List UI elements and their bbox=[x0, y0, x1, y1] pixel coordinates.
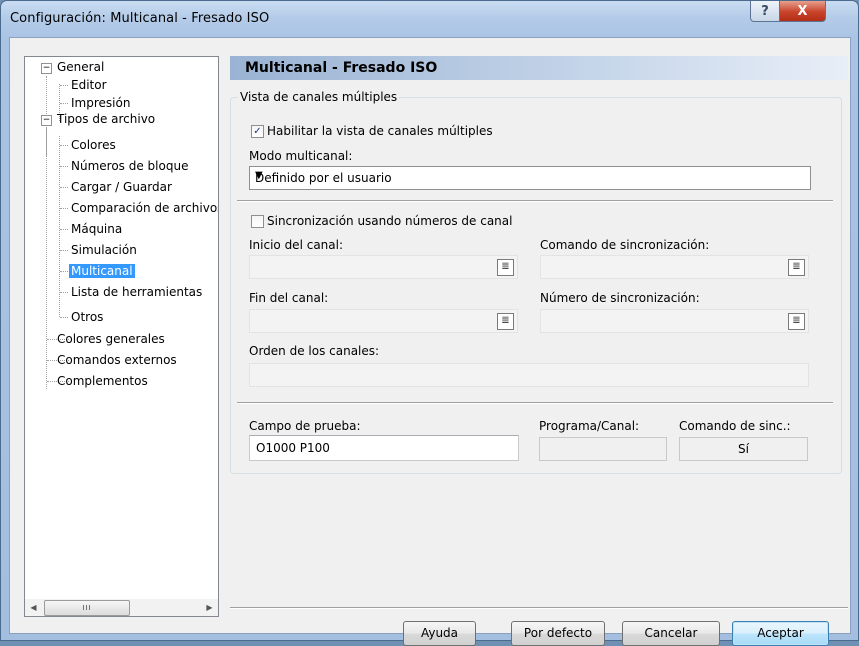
channel-end-field[interactable]: ≣ bbox=[249, 309, 518, 333]
test-field-value: O1000 P100 bbox=[256, 441, 330, 455]
sync-channel-numbers-label[interactable]: Sincronización usando números de canal bbox=[267, 214, 512, 228]
tree-item-colores[interactable]: Colores bbox=[71, 136, 116, 154]
tree-item-comandos-externos[interactable]: Comandos externos bbox=[57, 351, 177, 369]
mode-label: Modo multicanal: bbox=[249, 149, 353, 163]
collapse-icon[interactable]: − bbox=[41, 115, 52, 126]
tree-item-simulacion[interactable]: Simulación bbox=[71, 241, 137, 259]
tree-item-otros[interactable]: Otros bbox=[71, 308, 103, 326]
enable-multichannel-checkbox[interactable]: ✓ bbox=[251, 125, 264, 138]
tree-item-multicanal[interactable]: Multicanal bbox=[69, 262, 135, 280]
edit-field-icon[interactable]: ≣ bbox=[497, 259, 514, 276]
footer-divider bbox=[230, 607, 848, 609]
accept-button[interactable]: Aceptar bbox=[732, 621, 829, 646]
page-title: Multicanal - Fresado ISO bbox=[245, 60, 438, 76]
tree-item-colores-generales[interactable]: Colores generales bbox=[57, 330, 165, 348]
edit-field-icon[interactable]: ≣ bbox=[497, 313, 514, 330]
sync-number-field[interactable]: ≣ bbox=[540, 309, 809, 333]
tree-connector bbox=[59, 136, 60, 317]
tree-connector bbox=[60, 85, 68, 86]
enable-multichannel-label[interactable]: Habilitar la vista de canales múltiples bbox=[267, 124, 493, 138]
divider bbox=[237, 200, 833, 202]
chevron-down-icon: ▼ bbox=[255, 170, 263, 181]
title-bar[interactable]: Configuración: Multicanal - Fresado ISO … bbox=[1, 1, 858, 37]
channel-start-field[interactable]: ≣ bbox=[249, 255, 518, 279]
tree-item-lista-de-herramientas[interactable]: Lista de herramientas bbox=[71, 283, 202, 301]
tree-connector bbox=[60, 250, 68, 251]
test-field-label: Campo de prueba: bbox=[249, 419, 361, 433]
tree-item-tipos-de-archivo[interactable]: Tipos de archivo bbox=[57, 110, 155, 128]
channel-order-field[interactable] bbox=[249, 363, 809, 387]
scroll-right-icon[interactable]: ▶ bbox=[201, 599, 218, 616]
tree-item-comparacion[interactable]: Comparación de archivos bbox=[71, 199, 218, 217]
tree-connector bbox=[60, 229, 68, 230]
tree-item-maquina[interactable]: Máquina bbox=[71, 220, 122, 238]
sync-command-label: Comando de sincronización: bbox=[540, 238, 710, 252]
sync-command-result-label: Comando de sinc.: bbox=[679, 419, 791, 433]
tree-item-numeros-de-bloque[interactable]: Números de bloque bbox=[71, 157, 188, 175]
tree-connector bbox=[60, 292, 68, 293]
tree-connector bbox=[60, 317, 68, 318]
window-title: Configuración: Multicanal - Fresado ISO bbox=[10, 11, 270, 26]
tree-connector bbox=[60, 187, 68, 188]
sync-command-field[interactable]: ≣ bbox=[540, 255, 809, 279]
page-header: Multicanal - Fresado ISO bbox=[230, 56, 848, 80]
dialog-client-area: − General Editor Impresión − Tipos de ar… bbox=[9, 37, 851, 646]
dialog-window: Configuración: Multicanal - Fresado ISO … bbox=[0, 0, 859, 646]
tree-connector bbox=[46, 128, 47, 389]
program-channel-value bbox=[539, 437, 667, 461]
tree-item-editor[interactable]: Editor bbox=[71, 76, 107, 94]
mode-select[interactable]: Definido por el usuario ▼ bbox=[249, 166, 811, 190]
tree-item-complementos[interactable]: Complementos bbox=[57, 372, 148, 390]
help-icon[interactable]: ? bbox=[750, 1, 780, 22]
scrollbar-thumb[interactable]: III bbox=[44, 600, 130, 616]
group-label: Vista de canales múltiples bbox=[238, 90, 400, 104]
tree-item-general[interactable]: General bbox=[57, 58, 104, 76]
program-channel-label: Programa/Canal: bbox=[539, 419, 640, 433]
collapse-icon[interactable]: − bbox=[41, 63, 52, 74]
tree-connector bbox=[60, 145, 68, 146]
edit-field-icon[interactable]: ≣ bbox=[788, 313, 805, 330]
channel-end-label: Fin del canal: bbox=[249, 291, 329, 305]
tree-item-cargar-guardar[interactable]: Cargar / Guardar bbox=[71, 178, 172, 196]
cancel-button[interactable]: Cancelar bbox=[622, 621, 720, 646]
tree-item-multicanal-label: Multicanal bbox=[69, 264, 135, 278]
settings-panel: Vista de canales múltiples ✓ Habilitar l… bbox=[230, 80, 848, 520]
tree-connector bbox=[60, 166, 68, 167]
settings-tree[interactable]: − General Editor Impresión − Tipos de ar… bbox=[24, 56, 219, 600]
test-field-input[interactable]: O1000 P100 bbox=[249, 435, 519, 461]
sync-number-label: Número de sincronización: bbox=[540, 291, 700, 305]
sync-channel-numbers-checkbox[interactable] bbox=[251, 215, 264, 228]
help-button[interactable]: Ayuda bbox=[403, 621, 476, 646]
tree-horizontal-scrollbar[interactable]: ◀ III ▶ bbox=[24, 599, 219, 617]
channel-order-label: Orden de los canales: bbox=[249, 344, 380, 358]
edit-field-icon[interactable]: ≣ bbox=[788, 259, 805, 276]
channel-start-label: Inicio del canal: bbox=[249, 238, 344, 252]
tree-connector bbox=[60, 208, 68, 209]
close-icon[interactable]: X bbox=[779, 1, 826, 22]
sync-command-result-value: Sí bbox=[679, 437, 808, 461]
defaults-button[interactable]: Por defecto bbox=[511, 621, 605, 646]
tree-connector bbox=[60, 271, 68, 272]
divider bbox=[237, 402, 833, 404]
tree-connector bbox=[60, 103, 68, 104]
scroll-left-icon[interactable]: ◀ bbox=[25, 599, 42, 616]
